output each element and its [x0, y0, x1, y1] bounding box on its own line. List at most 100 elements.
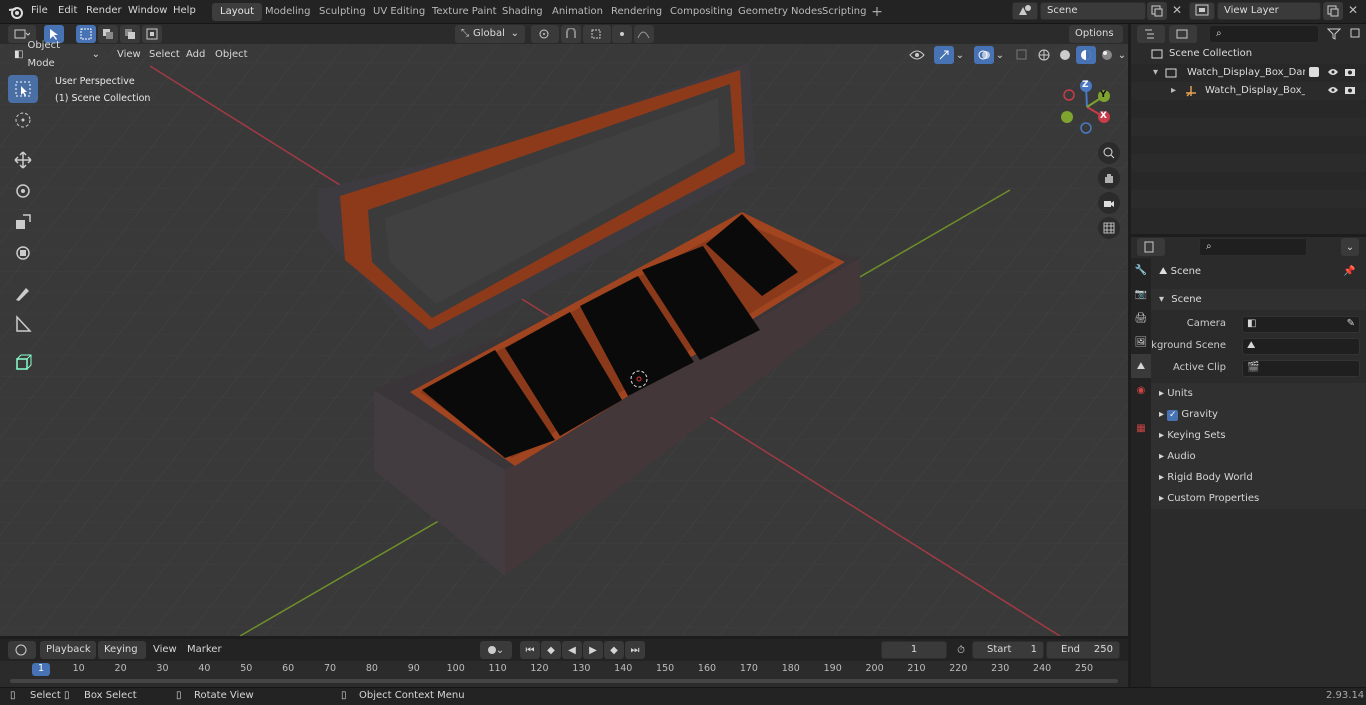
scene-name-field[interactable]: Scene [1040, 2, 1146, 20]
wireframe-shading-icon[interactable] [1034, 46, 1054, 64]
timeline-editor-type-icon[interactable] [8, 641, 36, 659]
outliner-row-collection[interactable]: ▾ Watch_Display_Box_Dark_002 [1131, 64, 1366, 82]
active-clip-field[interactable]: 🎬 [1242, 360, 1360, 377]
mode-extend-icon[interactable] [98, 25, 118, 43]
menu-file[interactable]: File [26, 0, 53, 22]
3d-viewport[interactable] [0, 44, 1128, 636]
jump-end-icon[interactable]: ⏭ [625, 641, 645, 659]
keying-sets-panel[interactable]: ▸ Keying Sets [1151, 425, 1366, 446]
zoom-icon[interactable] [1098, 142, 1120, 164]
mode-subtract-icon[interactable] [120, 25, 140, 43]
jump-start-icon[interactable]: ⏮ [520, 641, 540, 659]
eye-icon[interactable] [1327, 84, 1339, 99]
prev-keyframe-icon[interactable]: ◆ [541, 641, 561, 659]
rigid-body-panel[interactable]: ▸ Rigid Body World [1151, 467, 1366, 488]
outliner-row-root[interactable]: Scene Collection [1131, 44, 1366, 64]
scene-browse-icon[interactable] [1012, 2, 1038, 20]
camera-field[interactable]: ◧ ✎ [1242, 316, 1360, 333]
tab-scripting[interactable]: Scripting [814, 3, 874, 21]
annotate-tool-icon[interactable] [8, 279, 38, 307]
perspective-toggle-icon[interactable] [1098, 217, 1120, 239]
tab-shading[interactable]: Shading [494, 3, 551, 21]
new-scene-icon[interactable] [1147, 2, 1167, 20]
gravity-panel[interactable]: ▸ ✓ Gravity [1151, 404, 1366, 425]
output-tab-icon[interactable]: 🖨 [1131, 306, 1151, 330]
exclude-checkbox[interactable] [1309, 67, 1319, 77]
marker-menu[interactable]: Marker [182, 639, 227, 661]
tab-animation[interactable]: Animation [544, 3, 611, 21]
tool-tab-icon[interactable]: 🔧 [1131, 258, 1151, 282]
menu-edit[interactable]: Edit [53, 0, 82, 22]
chevron-down-icon[interactable]: ⌄ [994, 46, 1006, 64]
tab-compositing[interactable]: Compositing [662, 3, 741, 21]
rotate-tool-icon[interactable] [8, 177, 38, 205]
render-camera-icon[interactable] [1344, 84, 1356, 99]
keying-menu[interactable]: Keying ⌄ [98, 641, 146, 673]
pivot-point-icon[interactable] [531, 25, 559, 43]
new-view-layer-icon[interactable] [1323, 2, 1343, 20]
gravity-checkbox[interactable]: ✓ [1167, 410, 1179, 421]
move-tool-icon[interactable] [8, 146, 38, 174]
menu-select[interactable]: Select [144, 45, 185, 65]
playback-menu[interactable]: Playback ⌄ [40, 641, 96, 673]
outliner-editor-type-icon[interactable] [1137, 25, 1165, 43]
blender-logo-icon[interactable] [8, 4, 24, 20]
tab-layout[interactable]: Layout [212, 3, 262, 21]
solid-shading-icon[interactable] [1055, 46, 1075, 64]
timeline-scrollbar[interactable] [10, 679, 1118, 683]
scale-tool-icon[interactable] [8, 208, 38, 236]
mode-intersect-icon[interactable] [142, 25, 162, 43]
overlays-toggle-icon[interactable] [974, 46, 994, 64]
material-shading-icon[interactable] [1076, 46, 1096, 64]
camera-view-icon[interactable] [1098, 192, 1120, 214]
current-frame-field[interactable]: 1 [881, 641, 947, 659]
tab-texture-paint[interactable]: Texture Paint [424, 3, 505, 21]
orientation-dropdown[interactable]: ⤡ Global ⌄ [455, 25, 525, 43]
background-scene-field[interactable]: ⛰ [1242, 338, 1360, 355]
xray-toggle-icon[interactable] [1012, 46, 1032, 64]
close-scene-icon[interactable]: ✕ [1169, 3, 1185, 19]
menu-help[interactable]: Help [168, 0, 201, 22]
menu-view[interactable]: View [112, 45, 146, 65]
close-view-layer-icon[interactable]: ✕ [1345, 3, 1361, 19]
world-tab-icon[interactable]: ◉ [1131, 378, 1151, 402]
transform-tool-icon[interactable] [8, 239, 38, 267]
expand-right-icon[interactable]: ▸ [1171, 85, 1176, 96]
properties-editor-type-icon[interactable] [1137, 238, 1165, 256]
display-mode-icon[interactable] [1169, 25, 1197, 43]
filter-icon[interactable] [1321, 25, 1347, 43]
chevron-down-icon[interactable]: ⌄ [1116, 46, 1128, 64]
chevron-down-icon[interactable]: ⌄ [954, 46, 966, 64]
add-workspace-icon[interactable]: + [870, 4, 884, 20]
gizmo-toggle-icon[interactable] [934, 46, 954, 64]
render-camera-icon[interactable] [1344, 66, 1356, 81]
view-layer-tab-icon[interactable]: 🖼 [1131, 330, 1151, 354]
tab-rendering[interactable]: Rendering [603, 3, 670, 21]
texture-tab-icon[interactable]: ▦ [1131, 416, 1151, 440]
play-reverse-icon[interactable]: ◀ [562, 641, 582, 659]
units-panel[interactable]: ▸ Units [1151, 383, 1366, 404]
menu-add[interactable]: Add [181, 45, 210, 65]
snap-target-icon[interactable] [583, 25, 611, 43]
menu-window[interactable]: Window [123, 0, 172, 22]
expand-down-icon[interactable]: ▾ [1153, 67, 1158, 78]
cursor-tool-icon[interactable] [8, 106, 38, 134]
falloff-icon[interactable] [634, 25, 654, 43]
properties-search-input[interactable]: ⌕ [1199, 238, 1307, 256]
scene-panel-header[interactable]: ▾ Scene [1151, 289, 1366, 310]
render-tab-icon[interactable]: 📷 [1131, 282, 1151, 306]
measure-tool-icon[interactable] [8, 310, 38, 338]
play-icon[interactable]: ▶ [583, 641, 603, 659]
navigation-gizmo[interactable]: Z X Y [1058, 78, 1116, 136]
audio-panel[interactable]: ▸ Audio [1151, 446, 1366, 467]
proportional-edit-icon[interactable] [612, 25, 632, 43]
end-frame-field[interactable]: End 250 [1046, 641, 1120, 659]
options-dropdown[interactable]: Options ⌄ [1069, 25, 1123, 57]
select-box-tool-icon[interactable] [8, 75, 38, 103]
eyedropper-icon[interactable]: ✎ [1347, 318, 1355, 329]
snap-toggle-icon[interactable] [561, 25, 581, 43]
stopwatch-icon[interactable]: ⏱ [951, 641, 971, 659]
next-keyframe-icon[interactable]: ◆ [604, 641, 624, 659]
pan-hand-icon[interactable] [1098, 167, 1120, 189]
outliner-row-object[interactable]: ▸ Watch_Display_Box_Dark [1131, 82, 1366, 100]
